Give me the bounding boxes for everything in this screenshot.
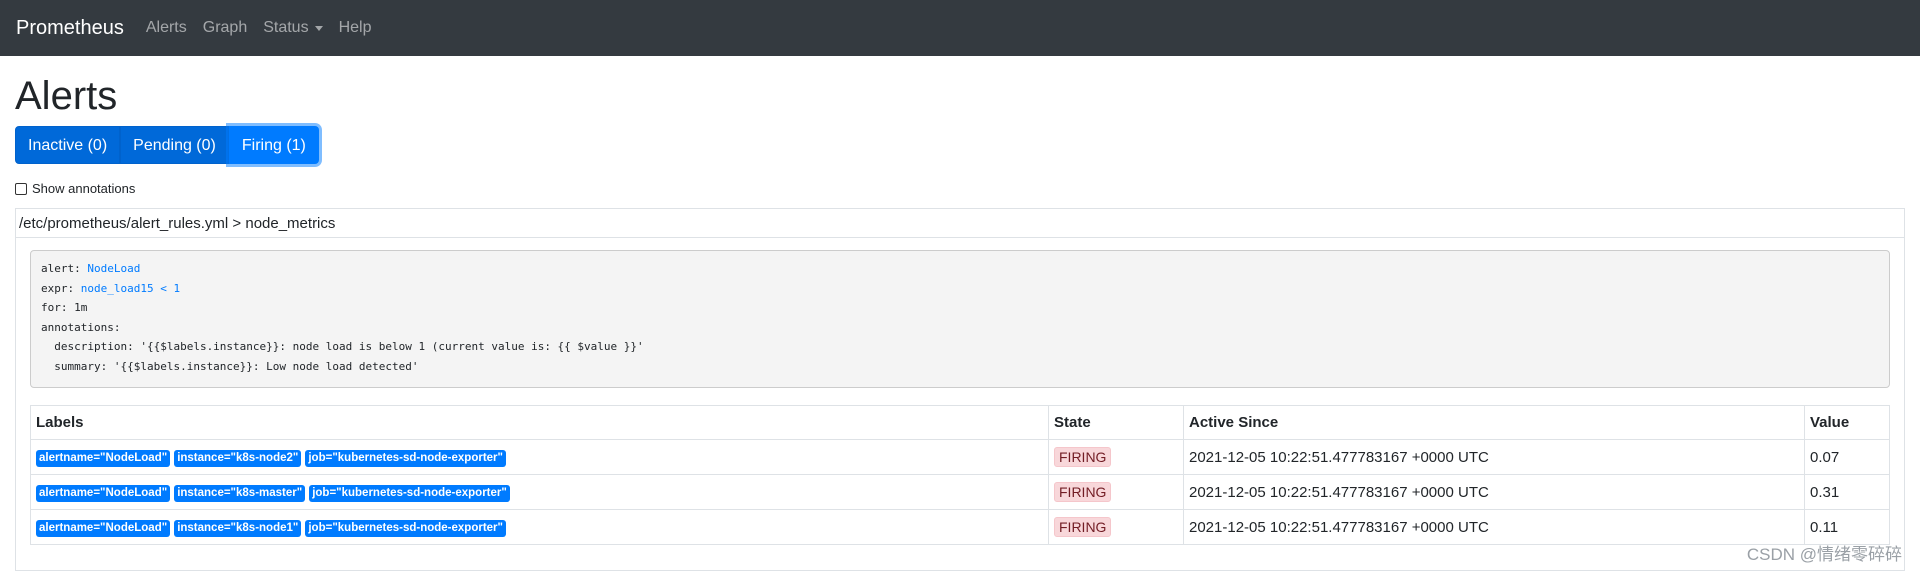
watermark: CSDN @情绪零碎碎: [1746, 545, 1902, 564]
row-labels: alertname="NodeLoad" instance="k8s-node1"…: [30, 509, 1049, 545]
nav-link-status-label: Status: [263, 19, 309, 36]
rule-expr-link[interactable]: node_load15 < 1: [81, 282, 180, 295]
main-container: Alerts Inactive (0) Pending (0) Firing (…: [0, 74, 1920, 571]
rule-group-header[interactable]: /etc/prometheus/alert_rules.yml > node_m…: [16, 209, 1904, 238]
rule-description: description: '{{$labels.instance}}: node…: [41, 340, 644, 353]
row-value: 0.31: [1804, 474, 1890, 510]
table-header-row: Labels State Active Since Value: [30, 405, 1890, 440]
table-row: alertname="NodeLoad" instance="k8s-master…: [30, 474, 1890, 510]
page-title: Alerts: [15, 74, 118, 118]
filter-firing-button[interactable]: Firing (1): [228, 126, 319, 164]
row-labels: alertname="NodeLoad" instance="k8s-master…: [30, 474, 1049, 510]
caret-down-icon: [314, 25, 323, 31]
label-badge: instance="k8s-master": [174, 484, 306, 502]
row-state: FIRING: [1048, 439, 1184, 475]
row-active-since: 2021-12-05 10:22:51.477783167 +0000 UTC: [1183, 509, 1805, 545]
row-active-since: 2021-12-05 10:22:51.477783167 +0000 UTC: [1183, 439, 1805, 475]
firing-badge: FIRING: [1054, 517, 1112, 537]
label-badge: alertname="NodeLoad": [36, 484, 171, 502]
label-badge: job="kubernetes-sd-node-exporter": [305, 519, 506, 537]
rule-summary: summary: '{{$labels.instance}}: Low node…: [41, 359, 419, 373]
col-active-since: Active Since: [1183, 405, 1805, 440]
nav-link-help[interactable]: Help: [339, 19, 372, 37]
nav-link-graph[interactable]: Graph: [203, 19, 247, 37]
label-badge: instance="k8s-node2": [174, 449, 302, 467]
table-row: alertname="NodeLoad" instance="k8s-node2"…: [30, 439, 1890, 475]
alerts-table: Labels State Active Since Value alertnam…: [30, 405, 1890, 545]
rule-for: for: 1m: [41, 301, 88, 314]
row-labels: alertname="NodeLoad" instance="k8s-node2"…: [30, 439, 1049, 475]
rule-group-body: alert: NodeLoad expr: node_load15 < 1 fo…: [16, 238, 1904, 557]
firing-badge: FIRING: [1054, 447, 1112, 467]
nav-dropdown-status[interactable]: Status: [263, 19, 323, 37]
rule-annotations: annotations:: [41, 320, 121, 334]
col-labels: Labels: [30, 405, 1049, 440]
rule-alert-link[interactable]: NodeLoad: [87, 262, 140, 275]
row-active-since: 2021-12-05 10:22:51.477783167 +0000 UTC: [1183, 474, 1805, 510]
nav-link-alerts[interactable]: Alerts: [146, 19, 187, 37]
show-annotations-row[interactable]: Show annotations: [15, 181, 1905, 196]
label-badge: job="kubernetes-sd-node-exporter": [309, 484, 510, 502]
label-badge: alertname="NodeLoad": [36, 449, 171, 467]
alert-state-filter: Inactive (0) Pending (0) Firing (1): [15, 126, 1905, 164]
firing-badge: FIRING: [1054, 482, 1112, 502]
filter-pending-button[interactable]: Pending (0): [120, 126, 229, 164]
table-row: alertname="NodeLoad" instance="k8s-node1"…: [30, 509, 1890, 545]
top-navbar: Prometheus Alerts Graph Status Help: [0, 0, 1920, 56]
show-annotations-label: Show annotations: [32, 181, 136, 196]
rule-group-card: /etc/prometheus/alert_rules.yml > node_m…: [15, 208, 1905, 571]
filter-inactive-button[interactable]: Inactive (0): [15, 126, 121, 164]
col-value: Value: [1804, 405, 1890, 440]
row-state: FIRING: [1048, 474, 1184, 510]
row-value: 0.07: [1804, 439, 1890, 475]
rule-definition: alert: NodeLoad expr: node_load15 < 1 fo…: [30, 250, 1890, 388]
rule-alert-key: alert:: [41, 262, 81, 275]
row-state: FIRING: [1048, 509, 1184, 545]
label-badge: job="kubernetes-sd-node-exporter": [305, 449, 506, 467]
col-state: State: [1048, 405, 1184, 440]
label-badge: instance="k8s-node1": [174, 519, 302, 537]
rule-expr-key: expr:: [41, 281, 75, 295]
show-annotations-checkbox[interactable]: [15, 182, 27, 195]
label-badge: alertname="NodeLoad": [36, 519, 171, 537]
brand-link[interactable]: Prometheus: [16, 17, 124, 40]
